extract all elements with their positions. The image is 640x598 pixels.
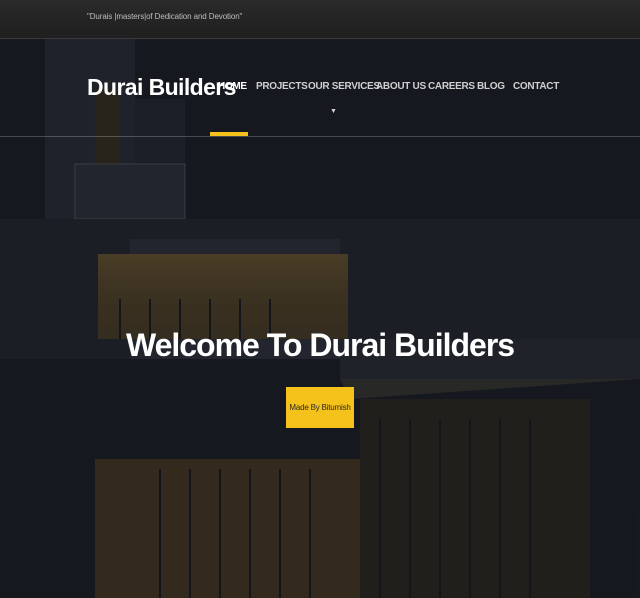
nav-active-indicator	[210, 132, 248, 136]
chevron-down-icon[interactable]: ▼	[330, 108, 337, 115]
hero-button[interactable]: Made By Bitumish	[286, 387, 354, 428]
nav-about-us[interactable]: ABOUT US	[376, 81, 426, 92]
top-bar: "Durais |masters|of Dedication and Devot…	[0, 0, 640, 39]
hero-background-image	[0, 39, 640, 598]
nav-our-services[interactable]: OUR SERVICES	[308, 81, 380, 92]
nav-careers[interactable]: CAREERS	[428, 81, 475, 92]
header-divider	[0, 136, 640, 137]
tagline: "Durais |masters|of Dedication and Devot…	[87, 12, 243, 21]
nav-projects[interactable]: PROJECTS	[256, 81, 308, 92]
nav-contact[interactable]: CONTACT	[513, 81, 559, 92]
hero-heading: Welcome To Durai Builders	[125, 327, 515, 363]
nav-blog[interactable]: BLOG	[477, 81, 505, 92]
site-logo[interactable]: Durai Builders	[87, 74, 236, 101]
nav-home[interactable]: HOME	[218, 81, 247, 92]
hero-section: Durai Builders HOME PROJECTS OUR SERVICE…	[0, 39, 640, 598]
